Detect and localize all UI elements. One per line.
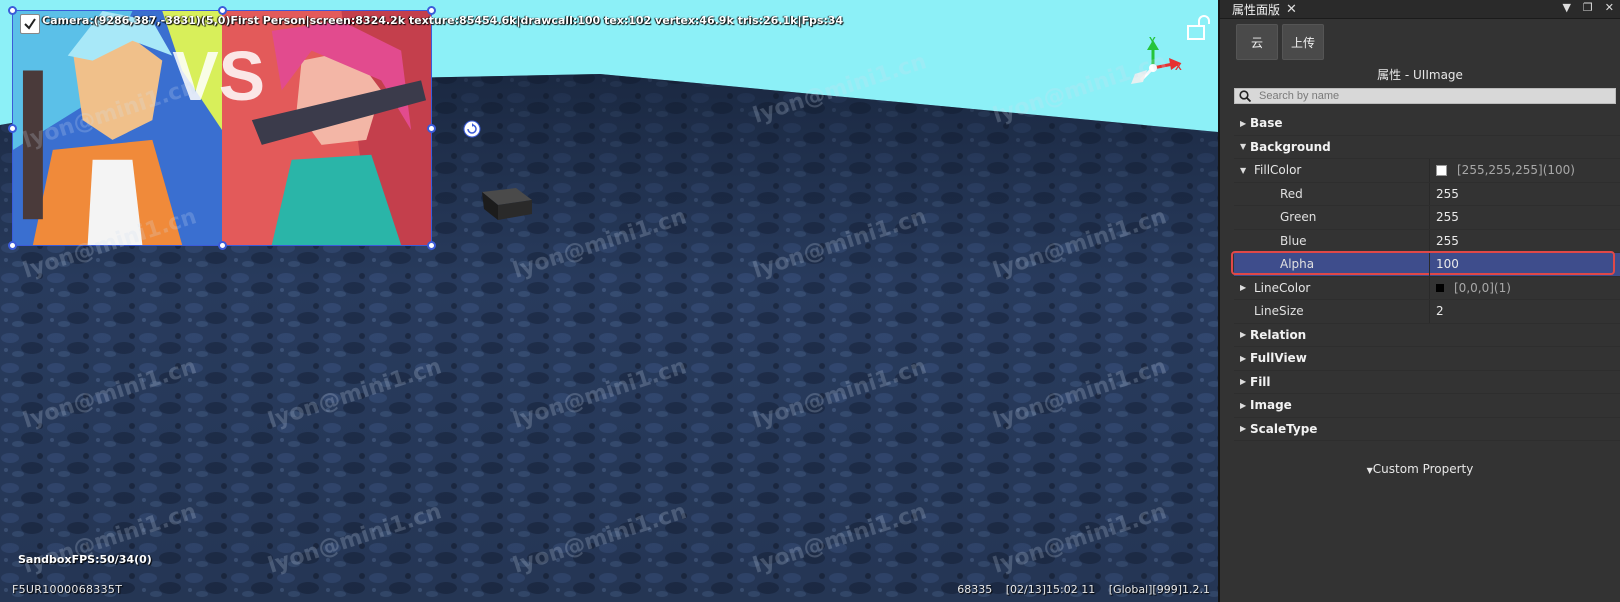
caret-down-icon: ▼ bbox=[1240, 142, 1247, 152]
unlock-icon[interactable] bbox=[1185, 14, 1213, 42]
upload-button[interactable]: 上传 bbox=[1282, 24, 1324, 60]
cloud-button[interactable]: 云 bbox=[1236, 24, 1278, 60]
caret-right-icon: ▶ bbox=[1240, 283, 1247, 293]
character-artwork: VS bbox=[13, 11, 431, 245]
close-icon[interactable]: ✕ bbox=[1605, 1, 1614, 14]
custom-property-toggle[interactable]: ▼Custom Property bbox=[1220, 462, 1620, 476]
footer-info: 68335 [02/13]15:02 11 [Global][999]1.2.1 bbox=[947, 583, 1210, 596]
prop-linesize[interactable]: LineSize 2 bbox=[1234, 300, 1620, 324]
gizmo-y-label: Y bbox=[1149, 36, 1156, 47]
caret-right-icon: ▶ bbox=[1240, 377, 1247, 387]
property-panel: 属性面版 ✕ ▼ ❐ ✕ 云 上传 属性 - UIImage ▶ Base bbox=[1220, 0, 1620, 602]
prop-label: Green bbox=[1280, 210, 1317, 225]
sandbox-fps: SandboxFPS:50/34(0) bbox=[18, 553, 152, 566]
prop-label: Alpha bbox=[1280, 257, 1315, 272]
caret-right-icon: ▶ bbox=[1240, 353, 1247, 363]
prop-linecolor[interactable]: ▶ LineColor [0,0,0](1) bbox=[1234, 276, 1620, 300]
editor-window: VS Camera:(9286,387,-3831)(5,0)First Per… bbox=[0, 0, 1620, 602]
tab-properties[interactable]: 属性面版 ✕ bbox=[1232, 1, 1297, 18]
prop-label: FillColor bbox=[1254, 163, 1302, 178]
resize-handle-bl[interactable] bbox=[8, 241, 17, 250]
prop-label: LineSize bbox=[1254, 304, 1304, 319]
ui-image-widget[interactable]: VS bbox=[8, 6, 436, 250]
prop-red[interactable]: Red 255 bbox=[1234, 182, 1620, 206]
resize-handle-mr[interactable] bbox=[427, 124, 436, 133]
prop-value[interactable]: 2 bbox=[1429, 300, 1444, 323]
search-input[interactable] bbox=[1257, 89, 1601, 103]
resize-handle-tl[interactable] bbox=[8, 6, 17, 15]
footer-code: 68335 bbox=[957, 583, 993, 596]
prop-value[interactable]: 255 bbox=[1429, 182, 1459, 205]
panel-window-controls: ▼ ❐ ✕ bbox=[1562, 1, 1614, 14]
prop-value[interactable]: [255,255,255](100) bbox=[1429, 159, 1575, 182]
scene-viewport[interactable]: VS Camera:(9286,387,-3831)(5,0)First Per… bbox=[0, 0, 1220, 602]
caret-right-icon: ▶ bbox=[1240, 330, 1247, 340]
dropdown-arrow-icon[interactable]: ▼ bbox=[1562, 1, 1570, 14]
color-swatch[interactable] bbox=[1436, 283, 1444, 292]
section-scaletype[interactable]: ▶ ScaleType bbox=[1234, 418, 1620, 441]
svg-text:VS: VS bbox=[172, 37, 265, 115]
prop-fillcolor[interactable]: ▼ FillColor [255,255,255](100) bbox=[1234, 159, 1620, 183]
custom-property-label: Custom Property bbox=[1372, 462, 1474, 476]
gizmo-x-label: X bbox=[1175, 62, 1182, 73]
prop-green[interactable]: Green 255 bbox=[1234, 206, 1620, 230]
device-id: F5UR1000068335T bbox=[12, 583, 123, 596]
close-icon[interactable]: ✕ bbox=[1286, 2, 1297, 17]
caret-right-icon: ▶ bbox=[1240, 400, 1247, 410]
resize-handle-ml[interactable] bbox=[8, 124, 17, 133]
caret-right-icon: ▶ bbox=[1240, 118, 1247, 128]
restore-icon[interactable]: ❐ bbox=[1583, 1, 1593, 14]
search-icon bbox=[1239, 90, 1251, 102]
prop-label: Red bbox=[1280, 186, 1303, 201]
section-fullview[interactable]: ▶ FullView bbox=[1234, 347, 1620, 371]
prop-label: Blue bbox=[1280, 233, 1307, 248]
footer-scope: [Global][999]1.2.1 bbox=[1108, 583, 1210, 596]
section-fill[interactable]: ▶ Fill bbox=[1234, 371, 1620, 394]
resize-handle-bm[interactable] bbox=[218, 241, 227, 250]
prop-value[interactable]: [0,0,0](1) bbox=[1429, 276, 1511, 299]
panel-header: 属性面版 ✕ ▼ ❐ ✕ bbox=[1220, 0, 1620, 19]
prop-value[interactable]: 100 bbox=[1429, 253, 1459, 276]
section-base[interactable]: ▶ Base bbox=[1234, 112, 1620, 136]
select-checkbox[interactable] bbox=[20, 14, 40, 34]
tab-title: 属性面版 bbox=[1232, 3, 1281, 17]
panel-subtitle: 属性 - UIImage bbox=[1377, 68, 1463, 82]
checkmark-icon bbox=[24, 18, 36, 30]
caret-right-icon: ▶ bbox=[1240, 424, 1247, 434]
rotate-handle-icon[interactable] bbox=[463, 120, 481, 138]
section-image[interactable]: ▶ Image bbox=[1234, 394, 1620, 418]
caret-down-icon: ▼ bbox=[1240, 165, 1247, 175]
property-list: ▶ Base ▼ Background ▼ FillColor [255,255… bbox=[1231, 112, 1620, 441]
search-bar bbox=[1234, 88, 1616, 104]
section-background[interactable]: ▼ Background bbox=[1234, 136, 1620, 159]
prop-blue[interactable]: Blue 255 bbox=[1234, 229, 1620, 253]
footer-datetime: [02/13]15:02 11 bbox=[1005, 583, 1096, 596]
color-swatch[interactable] bbox=[1436, 164, 1447, 176]
axis-gizmo[interactable]: Y X bbox=[1125, 36, 1185, 96]
prop-value[interactable]: 255 bbox=[1429, 229, 1459, 252]
resize-handle-br[interactable] bbox=[427, 241, 436, 250]
prop-value[interactable]: 255 bbox=[1429, 206, 1459, 229]
prop-alpha[interactable]: Alpha 100 bbox=[1231, 251, 1620, 277]
prop-label: LineColor bbox=[1254, 280, 1311, 295]
section-relation[interactable]: ▶ Relation bbox=[1234, 324, 1620, 347]
render-stats: Camera:(9286,387,-3831)(5,0)First Person… bbox=[42, 14, 844, 27]
